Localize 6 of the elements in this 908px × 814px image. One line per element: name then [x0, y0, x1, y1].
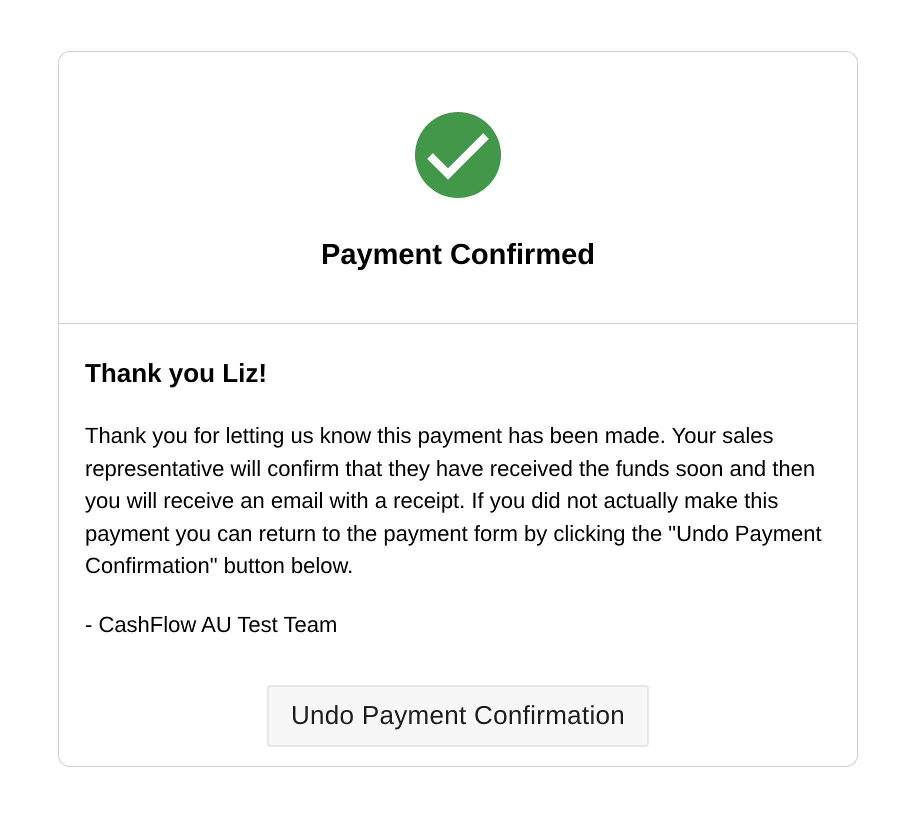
signature-text: - CashFlow AU Test Team — [85, 610, 338, 638]
undo-confirmation-button[interactable]: Undo Payment Confirmation — [266, 684, 650, 746]
confirmation-message: Thank you for letting us know this payment has been made. Your sales representative will confirm that they have received the funds soon and then you will receive an email with a receipt. If you did not actually make this payment you can return to the payment form by clicking the "Undo Payment Confirmation" button below. — [85, 422, 823, 580]
thank-you-heading: Thank you Liz! — [85, 357, 268, 389]
check-circle-icon — [415, 112, 501, 198]
confirmation-title: Payment Confirmed — [321, 238, 595, 272]
